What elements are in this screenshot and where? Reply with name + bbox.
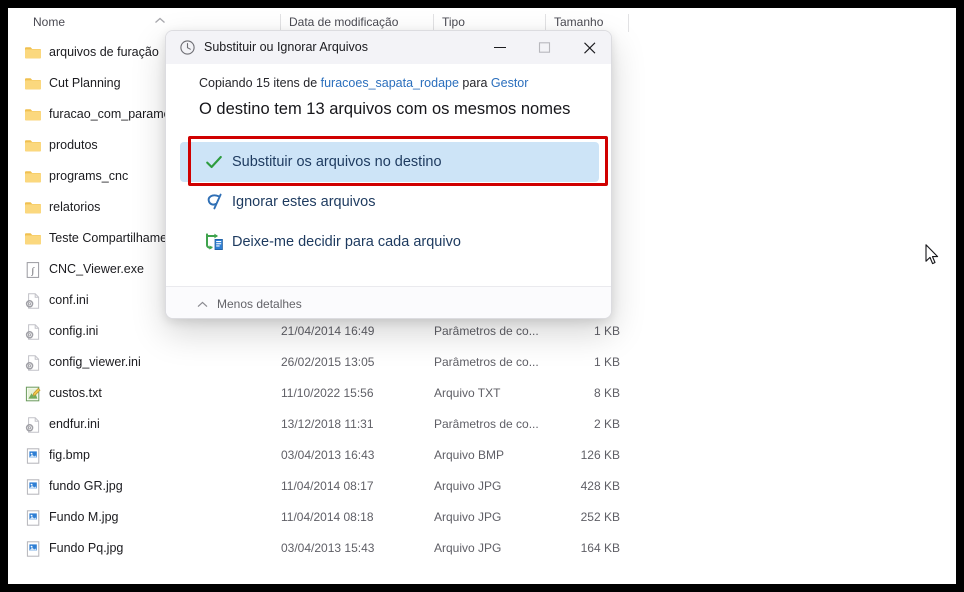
folder-icon bbox=[24, 168, 42, 186]
file-name: produtos bbox=[49, 138, 98, 152]
folder-icon bbox=[24, 44, 42, 62]
less-details-label: Menos detalhes bbox=[217, 297, 302, 311]
dialog-footer: Menos detalhes bbox=[166, 286, 611, 318]
file-name: endfur.ini bbox=[49, 417, 100, 431]
file-size: 126 KB bbox=[580, 448, 620, 462]
file-date-modified: 03/04/2013 15:43 bbox=[281, 541, 375, 555]
skip-arrow-icon bbox=[204, 192, 224, 212]
image-icon bbox=[24, 509, 42, 527]
file-name: Fundo Pq.jpg bbox=[49, 541, 124, 555]
conflict-headline: O destino tem 13 arquivos com os mesmos … bbox=[199, 100, 571, 118]
file-date-modified: 11/04/2014 08:18 bbox=[281, 510, 374, 524]
exe-icon: ∫ bbox=[24, 261, 42, 279]
maximize-button[interactable] bbox=[523, 31, 568, 64]
chevron-up-icon bbox=[197, 301, 208, 308]
file-size: 1 KB bbox=[593, 324, 620, 338]
ini-icon bbox=[24, 354, 42, 372]
file-size: 428 KB bbox=[580, 479, 620, 493]
file-row[interactable]: custos.txt 11/10/2022 15:56 Arquivo TXT 8 K… bbox=[8, 378, 956, 409]
folder-icon bbox=[24, 106, 42, 124]
file-name: programs_cnc bbox=[49, 169, 129, 183]
conflict-option[interactable]: Deixe-me decidir para cada arquivo bbox=[180, 222, 599, 262]
file-name: arquivos de furação bbox=[49, 45, 159, 59]
file-name: conf.ini bbox=[49, 293, 89, 307]
file-name: relatorios bbox=[49, 200, 101, 214]
file-row[interactable]: config.ini 21/04/2014 16:49 Parâmetros de … bbox=[8, 316, 956, 347]
file-type: Arquivo BMP bbox=[434, 448, 505, 462]
image-icon bbox=[24, 540, 42, 558]
file-name: Fundo M.jpg bbox=[49, 510, 119, 524]
folder-icon bbox=[24, 75, 42, 93]
file-row[interactable]: endfur.ini 13/12/2018 11:31 Parâmetros de … bbox=[8, 409, 956, 440]
file-size: 252 KB bbox=[580, 510, 620, 524]
decide-files-icon bbox=[204, 232, 224, 252]
clock-history-icon bbox=[179, 39, 196, 56]
file-row[interactable]: Fundo Pq.jpg 03/04/2013 15:43 Arquivo JPG 1… bbox=[8, 533, 956, 564]
dialog-title-bar[interactable]: Substituir ou Ignorar Arquivos bbox=[166, 31, 611, 64]
file-row[interactable]: Fundo M.jpg 11/04/2014 08:18 Arquivo JPG 25… bbox=[8, 502, 956, 533]
file-type: Arquivo JPG bbox=[434, 541, 502, 555]
file-size: 2 KB bbox=[593, 417, 620, 431]
file-type: Arquivo JPG bbox=[434, 479, 502, 493]
file-date-modified: 26/02/2015 13:05 bbox=[281, 355, 375, 369]
file-size: 164 KB bbox=[580, 541, 620, 555]
less-details-toggle[interactable]: Menos detalhes bbox=[197, 287, 302, 318]
txt-icon bbox=[24, 385, 42, 403]
ini-icon bbox=[24, 416, 42, 434]
dialog-title: Substituir ou Ignorar Arquivos bbox=[204, 40, 368, 54]
check-icon bbox=[204, 152, 224, 172]
replace-or-skip-files-dialog: Substituir ou Ignorar Arquivos Copiando … bbox=[165, 30, 612, 319]
ini-icon bbox=[24, 292, 42, 310]
conflict-option-label: Substituir os arquivos no destino bbox=[232, 154, 442, 170]
dialog-body: Copiando 15 itens de furacoes_sapata_rod… bbox=[166, 64, 611, 286]
folder-icon bbox=[24, 230, 42, 248]
file-row[interactable]: fig.bmp 03/04/2013 16:43 Arquivo BMP 126 KB bbox=[8, 440, 956, 471]
copy-summary-middle: para bbox=[458, 76, 491, 90]
file-name: config.ini bbox=[49, 324, 99, 338]
folder-icon bbox=[24, 199, 42, 217]
file-name: Cut Planning bbox=[49, 76, 121, 90]
explorer-window: Nome Data de modificação Tipo Tamanho ar… bbox=[8, 8, 956, 584]
copy-summary-prefix: Copiando 15 itens de bbox=[199, 76, 321, 90]
file-type: Arquivo JPG bbox=[434, 510, 502, 524]
conflict-option[interactable]: Ignorar estes arquivos bbox=[180, 182, 599, 222]
file-name: fundo GR.jpg bbox=[49, 479, 123, 493]
ini-icon bbox=[24, 323, 42, 341]
file-type: Arquivo TXT bbox=[434, 386, 501, 400]
file-date-modified: 11/10/2022 15:56 bbox=[281, 386, 374, 400]
file-date-modified: 11/04/2014 08:17 bbox=[281, 479, 374, 493]
conflict-options-list[interactable]: Substituir os arquivos no destino Ignorar… bbox=[166, 142, 611, 262]
conflict-option-label: Deixe-me decidir para cada arquivo bbox=[232, 234, 461, 250]
file-row[interactable]: fundo GR.jpg 11/04/2014 08:17 Arquivo JPG 4… bbox=[8, 471, 956, 502]
file-date-modified: 13/12/2018 11:31 bbox=[281, 417, 374, 431]
file-name: custos.txt bbox=[49, 386, 102, 400]
destination-folder-link[interactable]: Gestor bbox=[491, 76, 529, 90]
file-size: 8 KB bbox=[593, 386, 620, 400]
file-date-modified: 03/04/2013 16:43 bbox=[281, 448, 375, 462]
copy-summary-line: Copiando 15 itens de furacoes_sapata_rod… bbox=[199, 76, 528, 90]
file-row[interactable]: config_viewer.ini 26/02/2015 13:05 Parâmet… bbox=[8, 347, 956, 378]
folder-icon bbox=[24, 137, 42, 155]
sort-ascending-icon bbox=[154, 17, 166, 25]
conflict-option[interactable]: Substituir os arquivos no destino bbox=[180, 142, 599, 182]
file-name: CNC_Viewer.exe bbox=[49, 262, 144, 276]
conflict-option-label: Ignorar estes arquivos bbox=[232, 194, 376, 210]
close-button[interactable] bbox=[568, 31, 611, 64]
file-name: fig.bmp bbox=[49, 448, 90, 462]
file-name: config_viewer.ini bbox=[49, 355, 141, 369]
image-icon bbox=[24, 447, 42, 465]
image-icon bbox=[24, 478, 42, 496]
minimize-button[interactable] bbox=[478, 31, 523, 64]
column-header-name[interactable]: Nome bbox=[24, 8, 65, 37]
file-size: 1 KB bbox=[593, 355, 620, 369]
source-folder-link[interactable]: furacoes_sapata_rodape bbox=[321, 76, 459, 90]
column-divider[interactable] bbox=[628, 14, 629, 32]
file-date-modified: 21/04/2014 16:49 bbox=[281, 324, 375, 338]
